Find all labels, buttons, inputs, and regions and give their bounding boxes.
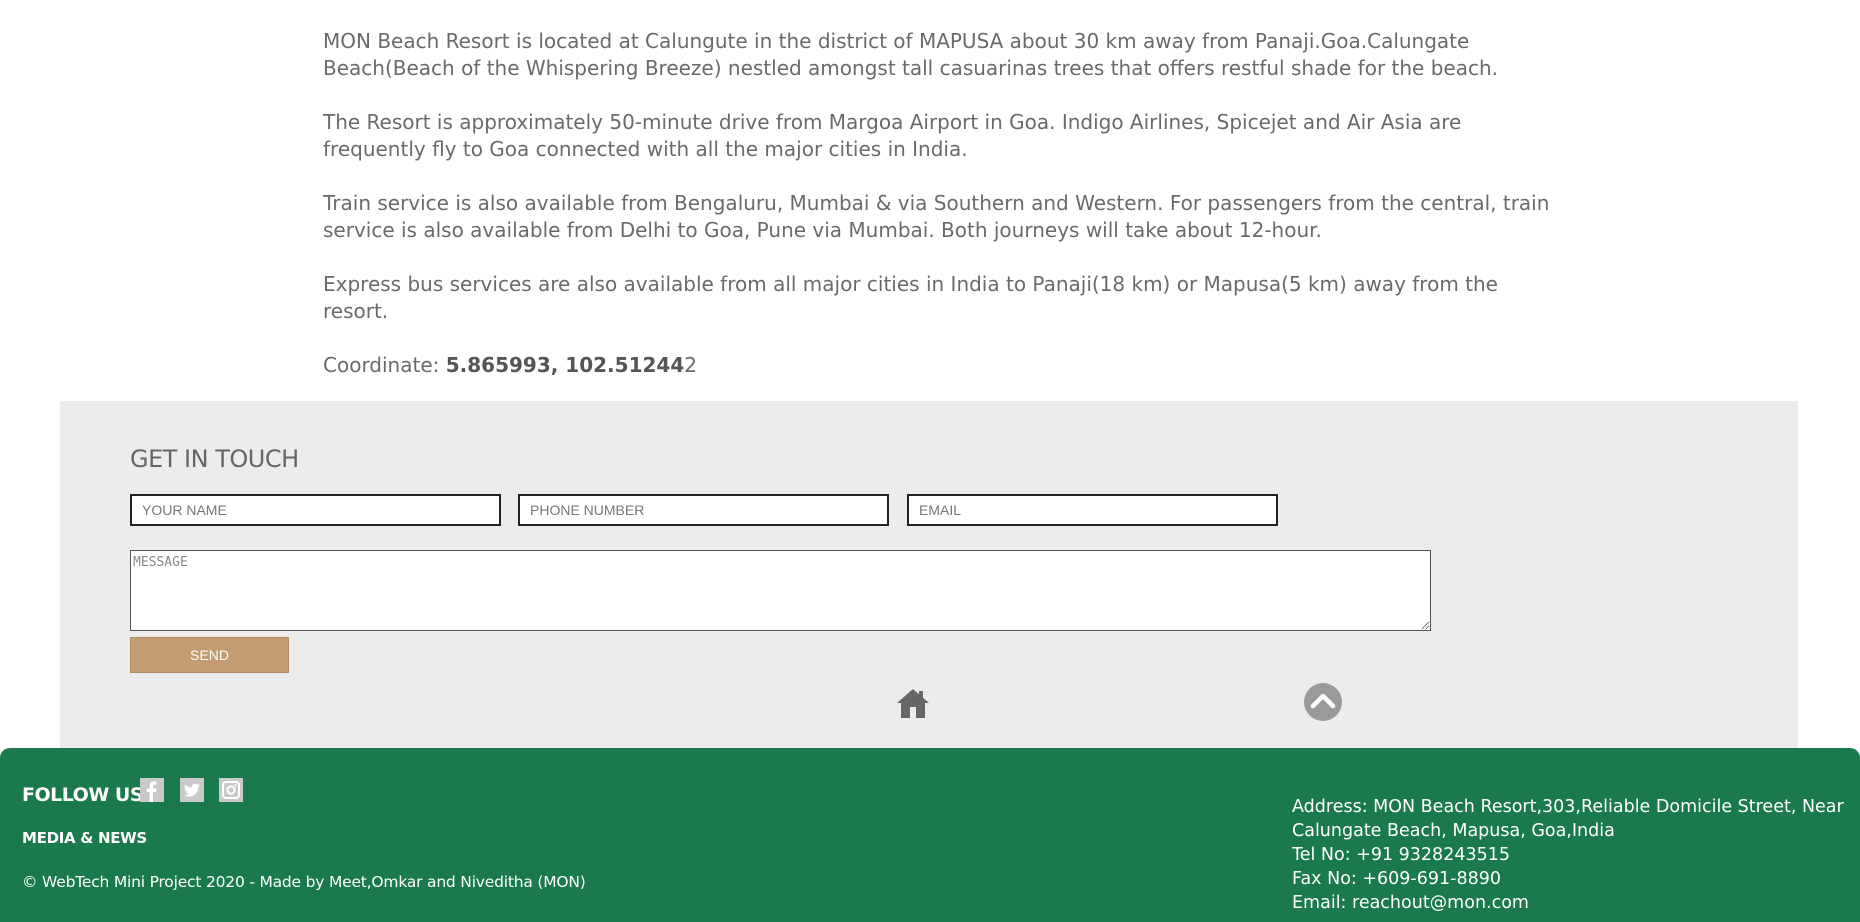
chevron-up-circle-icon[interactable] <box>1303 682 1343 722</box>
facebook-icon[interactable] <box>140 778 164 802</box>
footer: FOLLOW US MEDIA & NEWS © WebTech Mini Pr… <box>0 748 1860 922</box>
phone-input[interactable] <box>518 494 889 526</box>
about-section: MON Beach Resort is located at Calungute… <box>323 28 1563 379</box>
about-paragraph-location: MON Beach Resort is located at Calungute… <box>323 29 1498 80</box>
coordinate-value: 5.865993, 102.51244 <box>445 353 685 377</box>
about-paragraph-airport: The Resort is approximately 50-minute dr… <box>323 110 1462 161</box>
about-paragraph-bus: Express bus services are also available … <box>323 272 1498 323</box>
home-icon[interactable] <box>896 687 930 719</box>
coordinate-label: Coordinate: <box>323 353 446 377</box>
contact-heading: GET IN TOUCH <box>130 445 299 473</box>
about-paragraph-train: Train service is also available from Ben… <box>323 191 1550 242</box>
media-news-link[interactable]: MEDIA & NEWS <box>22 829 147 847</box>
send-button[interactable]: SEND <box>130 637 289 673</box>
name-input[interactable] <box>130 494 501 526</box>
follow-us-label: FOLLOW US <box>22 784 144 806</box>
copyright-text: © WebTech Mini Project 2020 - Made by Me… <box>22 873 586 891</box>
instagram-icon[interactable] <box>219 778 243 802</box>
fax-text: Fax No: +609-691-8890 <box>1292 869 1501 889</box>
coordinate-text: Coordinate: 5.865993, 102.512442 <box>323 352 1563 379</box>
twitter-icon[interactable] <box>180 778 204 802</box>
contact-details: Address: MON Beach Resort,303,Reliable D… <box>1292 795 1852 915</box>
email-input[interactable] <box>907 494 1278 526</box>
message-textarea[interactable] <box>130 550 1431 631</box>
email-text: Email: reachout@mon.com <box>1292 893 1529 913</box>
contact-section: GET IN TOUCH SEND <box>60 401 1798 748</box>
tel-text: Tel No: +91 9328243515 <box>1292 845 1510 865</box>
address-text: Address: MON Beach Resort,303,Reliable D… <box>1292 797 1844 841</box>
coordinate-value-tail: 2 <box>684 353 697 377</box>
